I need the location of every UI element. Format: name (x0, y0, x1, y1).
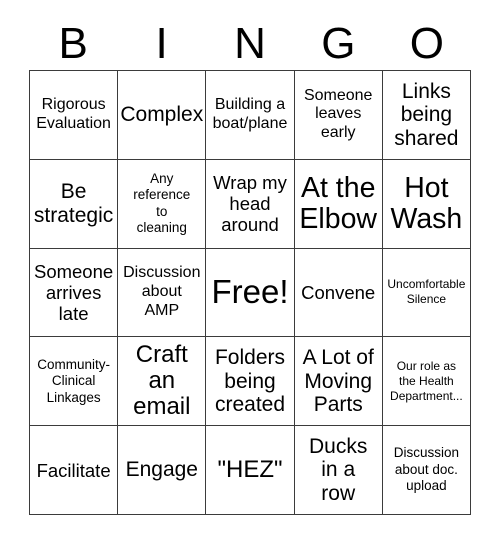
bingo-grid: Rigorous Evaluation Complex Building a b… (29, 70, 471, 515)
bingo-cell-n4[interactable]: Folders being created (206, 337, 295, 427)
bingo-cell-o2[interactable]: Hot Wash (382, 159, 471, 249)
bingo-free-label: Free! (211, 273, 289, 311)
bingo-cell-label: Our role as the Health Department... (390, 358, 463, 403)
bingo-cell-o5[interactable]: Discussion about doc. upload (382, 426, 471, 515)
bingo-cell-g3[interactable]: Convene (294, 248, 383, 338)
bingo-cell-label: Ducks in a row (309, 434, 368, 505)
bingo-cell-label: Complex (120, 103, 204, 127)
bingo-cell-label: Facilitate (36, 459, 111, 481)
bingo-cell-label: Convene (301, 281, 376, 303)
bingo-header-letter-g: G (321, 19, 356, 68)
bingo-cell-label: Be strategic (33, 180, 114, 227)
bingo-cell-i1[interactable]: Complex (118, 71, 207, 160)
bingo-cell-label: Rigorous Evaluation (36, 96, 111, 132)
bingo-cell-label: Someone arrives late (33, 260, 114, 325)
bingo-cell-label: Any reference to cleaning (133, 170, 191, 236)
bingo-cell-n1[interactable]: Building a boat/plane (206, 71, 295, 160)
bingo-cell-g2[interactable]: At the Elbow (294, 159, 383, 249)
bingo-cell-i4[interactable]: Craft an email (118, 337, 207, 427)
bingo-cell-label: Discussion about AMP (123, 264, 201, 319)
bingo-cell-free[interactable]: Free! (206, 248, 295, 338)
bingo-cell-label: Discussion about doc. upload (393, 445, 460, 494)
bingo-cell-o3[interactable]: Uncomfortable Silence (382, 248, 471, 338)
bingo-header-letter-o: O (409, 19, 444, 68)
bingo-cell-label: Uncomfortable Silence (387, 277, 466, 307)
bingo-cell-i5[interactable]: Engage (118, 426, 207, 515)
bingo-cell-b1[interactable]: Rigorous Evaluation (30, 71, 119, 160)
bingo-header: B I N G O (29, 18, 471, 70)
bingo-cell-label: Wrap my head around (213, 172, 287, 236)
bingo-cell-label: Folders being created (214, 346, 286, 417)
bingo-cell-i2[interactable]: Any reference to cleaning (118, 159, 207, 249)
bingo-cell-label: Someone leaves early (303, 86, 373, 142)
bingo-cell-o1[interactable]: Links being shared (382, 71, 471, 160)
bingo-header-letter-n: N (234, 19, 266, 68)
bingo-cell-g4[interactable]: A Lot of Moving Parts (294, 337, 383, 427)
bingo-header-letter-b: B (58, 19, 88, 68)
bingo-cell-b3[interactable]: Someone arrives late (30, 248, 119, 338)
bingo-cell-label: Hot Wash (390, 172, 463, 235)
bingo-cell-b4[interactable]: Community- Clinical Linkages (30, 337, 119, 427)
bingo-cell-b5[interactable]: Facilitate (30, 426, 119, 515)
bingo-cell-i3[interactable]: Discussion about AMP (118, 248, 207, 338)
bingo-header-letter-i: I (155, 19, 168, 68)
bingo-cell-label: Building a boat/plane (212, 96, 288, 132)
bingo-cell-o4[interactable]: Our role as the Health Department... (382, 337, 471, 427)
bingo-cell-label: "HEZ" (217, 456, 283, 484)
bingo-cell-g1[interactable]: Someone leaves early (294, 71, 383, 160)
bingo-cell-b2[interactable]: Be strategic (30, 159, 119, 249)
bingo-cell-n5[interactable]: "HEZ" (206, 426, 295, 515)
bingo-cell-label: Craft an email (133, 341, 191, 421)
bingo-card: B I N G O Rigorous Evaluation Complex Bu… (0, 0, 500, 544)
bingo-cell-label: At the Elbow (299, 172, 377, 235)
bingo-cell-label: Engage (125, 458, 198, 482)
bingo-cell-g5[interactable]: Ducks in a row (294, 426, 383, 515)
bingo-cell-n2[interactable]: Wrap my head around (206, 159, 295, 249)
bingo-cell-label: Community- Clinical Linkages (37, 356, 110, 405)
bingo-cell-label: Links being shared (394, 79, 459, 150)
bingo-cell-label: A Lot of Moving Parts (302, 346, 374, 417)
